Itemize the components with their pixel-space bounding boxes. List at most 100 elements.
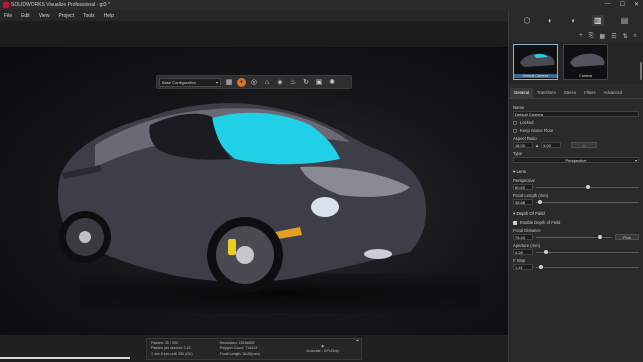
thumbnail-label: Camera — [579, 74, 592, 78]
thumbnail-scrollbar[interactable] — [640, 62, 642, 80]
locked-checkbox[interactable] — [513, 120, 517, 125]
general-properties: Name Default Camera Locked Keep Above Fl… — [509, 99, 643, 273]
thumbnail-camera[interactable]: Camera — [563, 44, 608, 80]
maximize-button[interactable]: ☐ — [620, 1, 625, 8]
aspect-ratio-label: Aspect Ratio — [513, 136, 537, 141]
pin-icon[interactable]: ⌖ — [356, 338, 359, 344]
material-icon[interactable]: ◈ — [275, 77, 285, 87]
render-mode-text: Accurate - GPUOnly — [306, 349, 339, 353]
sort-icon[interactable]: ⇅ — [623, 33, 628, 40]
render-mode-button[interactable]: ● — [237, 77, 246, 87]
import-icon[interactable]: ⎘ — [589, 33, 594, 40]
menu-tools[interactable]: Tools — [83, 13, 95, 19]
refresh-icon[interactable]: ↻ — [301, 77, 311, 87]
cube-icon[interactable]: ▣ — [314, 77, 324, 87]
dof-section-header[interactable]: ▾ Depth Of Field — [513, 211, 639, 217]
lens-section-header[interactable]: ▾ Lens — [513, 169, 639, 175]
fire-icon[interactable]: ♨ — [288, 77, 298, 87]
enable-dof-checkbox[interactable] — [513, 220, 517, 225]
tab-advanced[interactable]: Advanced — [600, 88, 627, 98]
swap-aspect-button[interactable]: ⇔ — [571, 142, 598, 148]
tab-stereo[interactable]: Stereo — [560, 88, 580, 98]
libraries-tab-icon[interactable]: ▤ — [621, 16, 629, 25]
panel-tabs: ⬡ ◐ ◑ ▥ ▤ — [509, 10, 643, 30]
car-fog-light — [364, 249, 392, 259]
keep-above-floor-label: Keep Above Floor — [520, 128, 554, 133]
perspective-slider[interactable] — [536, 184, 639, 189]
aperture-slider-thumb[interactable] — [544, 249, 549, 254]
gear-icon[interactable]: ✺ — [327, 77, 337, 87]
grid-view-icon[interactable]: ▦ — [600, 33, 606, 40]
locked-label: Locked — [520, 120, 534, 125]
name-label: Name — [513, 105, 525, 110]
menu-help[interactable]: Help — [104, 13, 114, 19]
lens-label: Lens — [516, 169, 526, 174]
aspect-lock-icon[interactable]: ▲ — [535, 143, 539, 148]
thumbnail-default-camera[interactable]: Default Camera — [513, 44, 558, 80]
thumbnail-label: Default Camera — [514, 74, 557, 78]
tab-general[interactable]: General — [510, 88, 533, 98]
aperture-row: 4.28 — [513, 249, 639, 255]
thumbnail-image — [520, 53, 555, 67]
car-headlight — [311, 197, 339, 217]
keep-above-floor-checkbox[interactable] — [513, 128, 517, 133]
render-viewport[interactable]: Base Configuration ▾ ▦ ● ◎ ⌂ ◈ ♨ ↻ ▣ ✺ — [0, 47, 508, 335]
keep-above-floor-row: Keep Above Floor — [513, 128, 639, 133]
render-mode-icon[interactable]: ▦ — [224, 77, 234, 87]
locked-row: Locked — [513, 120, 639, 125]
aspect-width-field[interactable]: 16.00 — [513, 142, 533, 148]
fstop-row: 1.41 — [513, 264, 639, 270]
focal-length-slider[interactable] — [536, 199, 639, 204]
fstop-slider[interactable] — [536, 264, 639, 269]
perspective-field[interactable]: 60.62 — [513, 184, 533, 190]
cameras-tab-icon[interactable]: ▥ — [591, 14, 604, 26]
menu-view[interactable]: View — [39, 13, 50, 19]
perspective-slider-thumb[interactable] — [585, 184, 590, 189]
camera-icon[interactable]: ◎ — [249, 77, 259, 87]
pick-button[interactable]: Pick — [615, 234, 639, 240]
scenes-tab-icon[interactable]: ◑ — [570, 16, 575, 25]
close-button[interactable]: ✕ — [634, 1, 639, 8]
camera-type-select[interactable]: Perspective ▾ — [513, 157, 639, 163]
models-tab-icon[interactable]: ⬡ — [524, 16, 531, 25]
enable-dof-label: Enable Depth of Field — [520, 220, 561, 225]
fstop-label: F Stop — [513, 258, 526, 263]
dof-label: Depth Of Field — [516, 211, 545, 216]
environment-icon[interactable]: ⌂ — [262, 77, 272, 87]
appearances-tab-icon[interactable]: ◐ — [548, 16, 553, 25]
tab-filters[interactable]: Filters — [580, 88, 599, 98]
aperture-label: Aperture (mm) — [513, 243, 540, 248]
aperture-slider[interactable] — [536, 249, 639, 254]
car-render — [57, 103, 427, 293]
toolbar-area — [0, 21, 508, 47]
fstop-field[interactable]: 1.41 — [513, 264, 533, 270]
perspective-row: 60.62 — [513, 184, 639, 190]
focal-length-label: Focal Length (mm) — [513, 193, 549, 198]
status-scene: Resolution: 1519x852 Polygon Count: 7144… — [220, 341, 289, 357]
add-icon[interactable]: + — [579, 33, 583, 39]
menu-file[interactable]: File — [4, 13, 12, 19]
focal-distance-slider[interactable] — [536, 234, 612, 239]
aspect-height-field[interactable]: 9.00 — [541, 142, 562, 148]
search-icon[interactable]: ⌕ — [634, 33, 637, 40]
panel-toolbar: + ⎘ ▦ ☰ ⇅ ⌕ — [509, 30, 643, 42]
focal-length-slider-thumb[interactable] — [538, 199, 543, 204]
progress-line — [0, 357, 130, 359]
focal-length-field[interactable]: 38.88 — [513, 199, 533, 205]
aperture-field[interactable]: 4.28 — [513, 249, 533, 255]
name-field[interactable]: Default Camera — [513, 111, 639, 117]
menu-edit[interactable]: Edit — [21, 13, 30, 19]
fstop-slider-thumb[interactable] — [539, 264, 544, 269]
tab-transform[interactable]: Transform — [533, 88, 560, 98]
menu-project[interactable]: Project — [58, 13, 74, 19]
configuration-select[interactable]: Base Configuration ▾ — [159, 77, 221, 87]
focal-distance-field[interactable]: 76.44 — [513, 234, 533, 240]
window-title: SOLIDWORKS Visualize Professional - gt3 … — [11, 2, 110, 8]
focal-length-row: 38.88 — [513, 199, 639, 205]
minimize-button[interactable]: — — [605, 1, 611, 8]
properties-panel: ⬡ ◐ ◑ ▥ ▤ + ⎘ ▦ ☰ ⇅ ⌕ Default Camera Cam… — [508, 10, 643, 362]
focal-distance-slider-thumb[interactable] — [597, 234, 602, 239]
perspective-label: Perspective — [513, 178, 535, 183]
status-passes: Passes: 35 / 300 Passes per second: 3.16… — [151, 341, 220, 357]
list-view-icon[interactable]: ☰ — [611, 33, 616, 40]
